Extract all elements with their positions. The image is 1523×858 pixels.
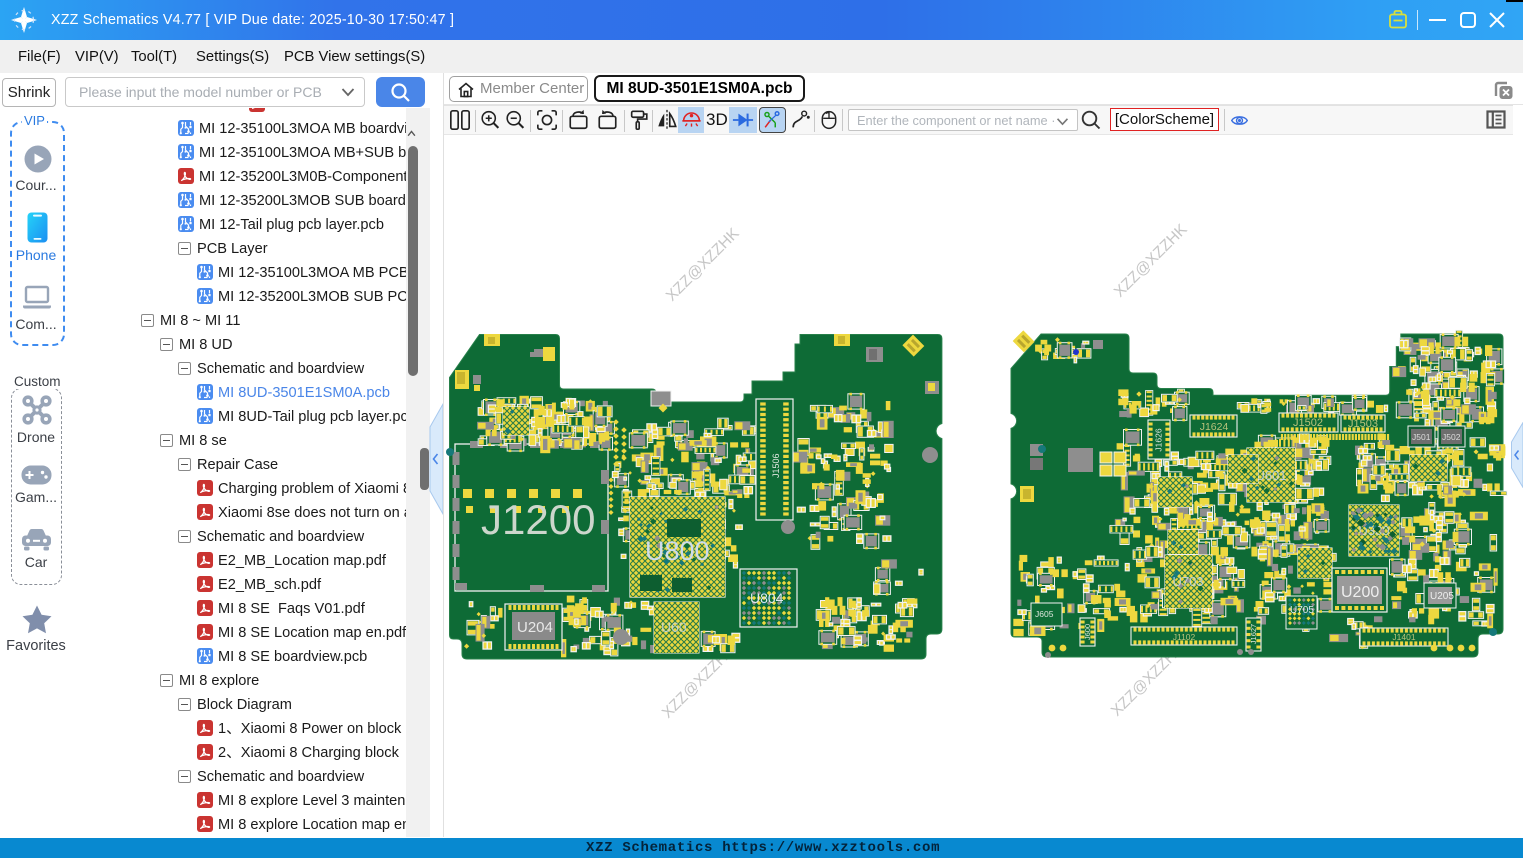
svg-text:J1503: J1503 (1348, 418, 1378, 430)
svg-text:J1506: J1506 (771, 453, 781, 478)
svg-text:J1624: J1624 (1200, 421, 1229, 433)
svg-text:XZZ@XZZHK: XZZ@XZZHK (663, 224, 743, 304)
svg-text:J501: J501 (1412, 432, 1431, 442)
svg-text:J1627: J1627 (1249, 624, 1258, 644)
svg-text:J1626: J1626 (1153, 428, 1163, 451)
svg-text:J1200: J1200 (481, 496, 595, 543)
svg-text:XZZ@XZZHK: XZZ@XZZHK (1111, 220, 1191, 300)
svg-text:U705: U705 (1290, 605, 1314, 616)
svg-text:U204: U204 (517, 619, 553, 636)
svg-text:J600: J600 (1083, 624, 1092, 640)
svg-text:U60: U60 (661, 619, 687, 635)
svg-text:U800: U800 (645, 536, 710, 566)
svg-text:J1401: J1401 (1392, 632, 1415, 642)
svg-text:U200: U200 (1341, 584, 1379, 601)
svg-text:J1502: J1502 (1293, 417, 1323, 429)
svg-text:U205: U205 (1430, 591, 1454, 602)
svg-text:U601: U601 (1255, 468, 1286, 483)
svg-text:J502: J502 (1442, 432, 1461, 442)
svg-text:U804: U804 (750, 590, 784, 606)
svg-text:J1102: J1102 (1173, 632, 1196, 642)
svg-text:U703: U703 (1172, 574, 1203, 589)
svg-text:J605: J605 (1035, 609, 1054, 619)
